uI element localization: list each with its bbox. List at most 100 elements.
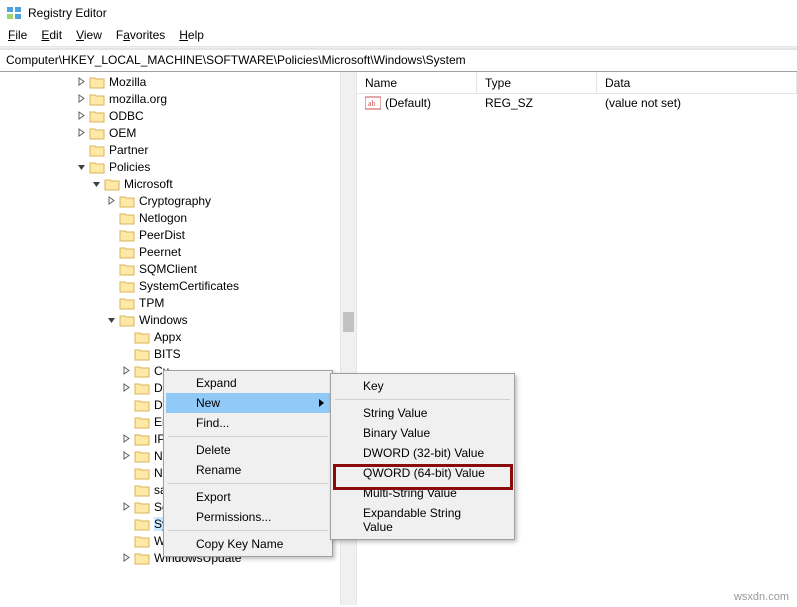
scrollbar-thumb[interactable]	[343, 312, 354, 332]
menu-edit[interactable]: Edit	[41, 28, 62, 42]
collapse-icon[interactable]	[75, 161, 87, 173]
collapse-icon[interactable]	[105, 314, 117, 326]
tree-item-label: Cryptography	[139, 194, 211, 208]
collapse-icon[interactable]	[90, 178, 102, 190]
folder-icon	[119, 194, 135, 208]
tree-item[interactable]: PeerDist	[0, 226, 340, 243]
context-submenu-new[interactable]: Key String ValueBinary ValueDWORD (32-bit…	[330, 373, 515, 540]
tree-item[interactable]: Peernet	[0, 243, 340, 260]
tree-item[interactable]: Policies	[0, 158, 340, 175]
folder-icon	[89, 75, 105, 89]
tree-item[interactable]: Windows	[0, 311, 340, 328]
menu-file[interactable]: File	[8, 28, 27, 42]
folder-icon	[119, 279, 135, 293]
address-bar[interactable]: Computer\HKEY_LOCAL_MACHINE\SOFTWARE\Pol…	[0, 49, 797, 71]
tree-item[interactable]: BITS	[0, 345, 340, 362]
col-name[interactable]: Name	[357, 72, 477, 93]
menu-item[interactable]: Expandable String Value	[333, 503, 512, 537]
value-name: (Default)	[385, 96, 431, 110]
folder-icon	[89, 126, 105, 140]
tree-item[interactable]: TPM	[0, 294, 340, 311]
folder-icon	[134, 330, 150, 344]
submenu-arrow-icon	[319, 399, 324, 407]
menu-item[interactable]: String Value	[333, 403, 512, 423]
folder-icon	[134, 534, 150, 548]
menu-help[interactable]: Help	[179, 28, 204, 42]
expand-icon[interactable]	[120, 501, 132, 513]
context-menu[interactable]: ExpandNewFind... DeleteRename ExportPermis…	[163, 370, 333, 557]
folder-icon	[119, 313, 135, 327]
menu-item[interactable]: Binary Value	[333, 423, 512, 443]
list-row[interactable]: ab (Default) REG_SZ (value not set)	[357, 94, 797, 112]
menu-item[interactable]: Rename	[166, 460, 330, 480]
tree-item[interactable]: Cryptography	[0, 192, 340, 209]
menu-item[interactable]: Permissions...	[166, 507, 330, 527]
folder-icon	[134, 483, 150, 497]
tree-item-label: BITS	[154, 347, 181, 361]
folder-icon	[134, 449, 150, 463]
string-value-icon: ab	[365, 96, 381, 110]
folder-icon	[134, 364, 150, 378]
folder-icon	[89, 109, 105, 123]
menu-item[interactable]: Find...	[166, 413, 330, 433]
expand-icon[interactable]	[120, 365, 132, 377]
folder-icon	[89, 92, 105, 106]
tree-item-label: Partner	[109, 143, 148, 157]
folder-icon	[104, 177, 120, 191]
menu-item[interactable]: New	[166, 393, 330, 413]
expand-icon[interactable]	[75, 127, 87, 139]
folder-icon	[134, 517, 150, 531]
tree-item[interactable]: ODBC	[0, 107, 340, 124]
folder-icon	[134, 347, 150, 361]
menu-item[interactable]: Key	[333, 376, 512, 396]
expand-icon[interactable]	[105, 195, 117, 207]
menu-separator	[168, 530, 328, 531]
tree-item-label: Policies	[109, 160, 150, 174]
tree-item-label: mozilla.org	[109, 92, 167, 106]
menu-separator	[168, 483, 328, 484]
folder-icon	[119, 296, 135, 310]
menu-item[interactable]: QWORD (64-bit) Value	[333, 463, 512, 483]
list-header[interactable]: Name Type Data	[357, 72, 797, 94]
menubar: File Edit View Favorites Help	[0, 26, 797, 46]
tree-item-label: Peernet	[139, 245, 181, 259]
expand-icon[interactable]	[120, 552, 132, 564]
col-data[interactable]: Data	[597, 72, 797, 93]
expand-icon[interactable]	[120, 450, 132, 462]
col-type[interactable]: Type	[477, 72, 597, 93]
tree-item-label: Netlogon	[139, 211, 187, 225]
tree-item-label: OEM	[109, 126, 136, 140]
expand-icon[interactable]	[120, 382, 132, 394]
expand-icon[interactable]	[75, 110, 87, 122]
menu-favorites[interactable]: Favorites	[116, 28, 165, 42]
menu-item[interactable]: Export	[166, 487, 330, 507]
tree-item[interactable]: Mozilla	[0, 73, 340, 90]
folder-icon	[119, 262, 135, 276]
tree-item[interactable]: SystemCertificates	[0, 277, 340, 294]
tree-item[interactable]: OEM	[0, 124, 340, 141]
menu-item[interactable]: Copy Key Name	[166, 534, 330, 554]
menu-item[interactable]: Multi-String Value	[333, 483, 512, 503]
menu-item[interactable]: DWORD (32-bit) Value	[333, 443, 512, 463]
tree-item[interactable]: Netlogon	[0, 209, 340, 226]
tree-item[interactable]: mozilla.org	[0, 90, 340, 107]
tree-item-label: ODBC	[109, 109, 144, 123]
expand-icon[interactable]	[75, 93, 87, 105]
tree-item[interactable]: Partner	[0, 141, 340, 158]
menu-item[interactable]: Expand	[166, 373, 330, 393]
tree-item[interactable]: SQMClient	[0, 260, 340, 277]
menu-view[interactable]: View	[76, 28, 102, 42]
folder-icon	[119, 228, 135, 242]
expand-icon[interactable]	[75, 76, 87, 88]
expand-icon[interactable]	[120, 433, 132, 445]
tree-item-label: Appx	[154, 330, 181, 344]
folder-icon	[119, 211, 135, 225]
svg-text:ab: ab	[368, 99, 376, 108]
folder-icon	[134, 432, 150, 446]
tree-item[interactable]: Microsoft	[0, 175, 340, 192]
folder-icon	[134, 415, 150, 429]
folder-icon	[134, 500, 150, 514]
tree-item[interactable]: Appx	[0, 328, 340, 345]
menu-item[interactable]: Delete	[166, 440, 330, 460]
tree-item-label: SystemCertificates	[139, 279, 239, 293]
